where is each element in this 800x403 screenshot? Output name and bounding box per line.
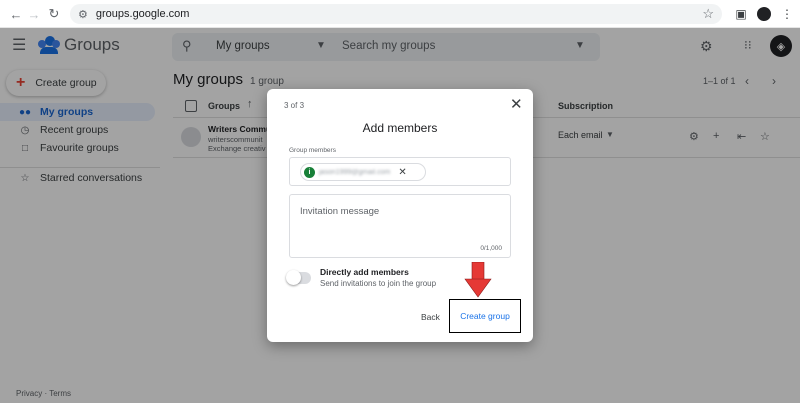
member-chip-avatar: i (304, 166, 315, 178)
step-indicator: 3 of 3 (284, 101, 305, 110)
dialog-title: Add members (362, 121, 438, 135)
reload-icon[interactable]: ↻ (42, 2, 66, 26)
directly-add-toggle[interactable] (286, 270, 311, 285)
create-group-button[interactable]: Create group (449, 299, 521, 333)
bookmark-star-icon[interactable]: ☆ (702, 6, 714, 22)
url-text: groups.google.com (95, 8, 190, 20)
toggle-sublabel: Send invitations to join the group (320, 279, 437, 288)
address-bar[interactable]: ⚙ groups.google.com ☆ (70, 4, 722, 24)
group-members-input[interactable]: i jason1999@gmail.com ✕ (289, 157, 511, 186)
remove-member-close-icon[interactable]: ✕ (398, 167, 406, 178)
toggle-label: Directly add members (320, 267, 409, 277)
back-button[interactable]: Back (421, 312, 440, 322)
side-panel-icon[interactable]: ▣ (732, 5, 750, 23)
group-members-label: Group members (289, 147, 336, 154)
member-chip-email: jason1999@gmail.com (319, 168, 391, 176)
char-counter: 0/1,000 (480, 245, 502, 252)
invitation-placeholder: Invitation message (300, 206, 380, 217)
browser-toolbar: ← → ↻ ⚙ groups.google.com ☆ ▣ ⋮ (0, 0, 800, 28)
close-icon[interactable]: ✕ (510, 97, 523, 112)
member-chip[interactable]: i jason1999@gmail.com ✕ (300, 163, 426, 181)
more-vert-icon[interactable]: ⋮ (778, 5, 796, 23)
profile-icon[interactable] (755, 5, 773, 23)
add-members-dialog: 3 of 3 ✕ Add members Group members i jas… (267, 89, 533, 342)
create-group-button-label: Create group (460, 311, 510, 321)
invitation-message-field[interactable]: Invitation message 0/1,000 (289, 194, 511, 258)
red-arrow-down-icon (464, 262, 492, 298)
site-info-icon[interactable]: ⚙ (78, 8, 88, 21)
toggle-knob[interactable] (286, 270, 301, 285)
